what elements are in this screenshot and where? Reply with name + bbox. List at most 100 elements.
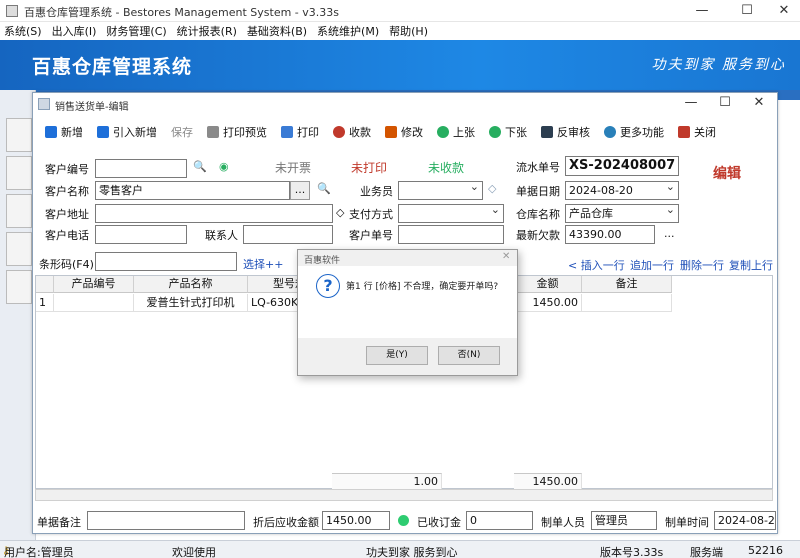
print-button[interactable]: 打印 bbox=[281, 124, 319, 140]
left-nav-button[interactable] bbox=[6, 232, 32, 266]
warehouse-select[interactable]: 产品仓库 bbox=[565, 204, 679, 223]
new-button[interactable]: 新增 bbox=[45, 124, 83, 140]
remark-input[interactable] bbox=[87, 511, 245, 530]
contact-input[interactable] bbox=[243, 225, 333, 244]
search-icon[interactable]: 🔍 bbox=[193, 160, 207, 173]
customer-addr-input[interactable] bbox=[95, 204, 333, 223]
select-link[interactable]: 选择++ bbox=[243, 256, 283, 272]
previous-button[interactable]: 上张 bbox=[437, 124, 475, 140]
date-label: 单据日期 bbox=[516, 185, 560, 198]
grid-header-code[interactable]: 产品编号 bbox=[54, 276, 134, 293]
copy-row-button[interactable]: 复制上行 bbox=[729, 257, 773, 273]
child-minimize-button[interactable]: — bbox=[677, 94, 705, 112]
no-button[interactable]: 否(N) bbox=[438, 346, 500, 365]
edit-icon bbox=[385, 126, 397, 138]
minimize-button[interactable]: — bbox=[688, 2, 716, 20]
eraser-icon[interactable]: ◇ bbox=[488, 182, 496, 195]
status-user: 用户名:管理员 bbox=[4, 546, 74, 558]
document-icon bbox=[541, 126, 553, 138]
contact-label: 联系人 bbox=[205, 229, 238, 242]
grid-header-name[interactable]: 产品名称 bbox=[134, 276, 248, 293]
grid-cell-code[interactable] bbox=[54, 294, 134, 312]
diamond-icon: ◇ bbox=[336, 206, 345, 219]
print-preview-button[interactable]: 打印预览 bbox=[207, 124, 267, 140]
toolbar: 新增 引入新增 保存 打印预览 打印 收款 修改 上张 下张 反审核 更多功能 … bbox=[33, 119, 777, 145]
grid-header-index bbox=[36, 276, 54, 293]
grid-cell-name[interactable]: 爱普生针式打印机 bbox=[134, 294, 248, 312]
customer-name-label: 客户名称 bbox=[45, 185, 89, 198]
menu-system[interactable]: 系统(S) bbox=[4, 23, 42, 39]
status-dot-icon bbox=[398, 515, 409, 526]
child-maximize-button[interactable]: ☐ bbox=[711, 94, 739, 112]
save-button[interactable]: 保存 bbox=[171, 124, 193, 140]
more-functions-button[interactable]: 更多功能 bbox=[604, 124, 664, 140]
barcode-input[interactable] bbox=[95, 252, 237, 271]
payment-select[interactable] bbox=[398, 204, 504, 223]
menu-inout[interactable]: 出入库(I) bbox=[52, 23, 97, 39]
statusbar: ⚷ 用户名:管理员 欢迎使用 功夫到家 服务到心 版本号3.33s 服务端 52… bbox=[0, 540, 800, 558]
arrow-right-icon bbox=[489, 126, 501, 138]
menu-basic-data[interactable]: 基础资料(B) bbox=[247, 23, 307, 39]
salesman-select[interactable] bbox=[398, 181, 483, 200]
discount-input[interactable]: 1450.00 bbox=[322, 511, 390, 530]
customer-addr-label: 客户地址 bbox=[45, 208, 89, 221]
import-new-button[interactable]: 引入新增 bbox=[97, 124, 157, 140]
menu-maintenance[interactable]: 系统维护(M) bbox=[317, 23, 379, 39]
globe-icon[interactable]: ◉ bbox=[219, 160, 229, 173]
menubar: 系统(S) 出入库(I) 财务管理(C) 统计报表(R) 基础资料(B) 系统维… bbox=[0, 22, 800, 40]
received-input[interactable]: 0 bbox=[466, 511, 533, 530]
barcode-label: 条形码(F4) bbox=[39, 258, 94, 271]
customer-order-label: 客户单号 bbox=[349, 229, 393, 242]
horizontal-scrollbar[interactable] bbox=[35, 489, 773, 501]
delete-row-button[interactable]: 删除一行 bbox=[680, 257, 724, 273]
serial-input[interactable]: XS-202408007 bbox=[565, 156, 679, 176]
left-nav-button[interactable] bbox=[6, 156, 32, 190]
next-button[interactable]: 下张 bbox=[489, 124, 527, 140]
customer-no-label: 客户编号 bbox=[45, 163, 89, 176]
arrow-left-icon bbox=[437, 126, 449, 138]
print-status: 未打印 bbox=[351, 161, 388, 175]
left-nav-button[interactable] bbox=[6, 270, 32, 304]
yes-button[interactable]: 是(Y) bbox=[366, 346, 428, 365]
customer-phone-input[interactable] bbox=[95, 225, 187, 244]
status-service-label: 服务端 bbox=[690, 546, 723, 558]
grid-cell-amount[interactable]: 1450.00 bbox=[514, 294, 582, 312]
confirm-dialog: 百惠软件 ✕ ? 第1 行 [价格] 不合理，确定要开单吗? 是(Y) 否(N) bbox=[297, 249, 518, 376]
customer-order-input[interactable] bbox=[398, 225, 504, 244]
menu-help[interactable]: 帮助(H) bbox=[389, 23, 428, 39]
dialog-title: 百惠软件 bbox=[304, 256, 341, 266]
modify-button[interactable]: 修改 bbox=[385, 124, 423, 140]
time-label: 制单时间 bbox=[665, 516, 709, 529]
grid-header-amount[interactable]: 金额 bbox=[514, 276, 582, 293]
search-icon[interactable]: 🔍 bbox=[317, 182, 331, 195]
insert-row-button[interactable]: < 插入一行 bbox=[568, 257, 625, 273]
append-row-button[interactable]: 追加一行 bbox=[630, 257, 674, 273]
child-window-title: 销售送货单-编辑 bbox=[55, 102, 129, 113]
menu-finance[interactable]: 财务管理(C) bbox=[106, 23, 166, 39]
customer-name-input[interactable]: 零售客户 bbox=[95, 181, 290, 200]
debt-more-button[interactable]: ... bbox=[664, 227, 675, 240]
customer-no-input[interactable] bbox=[95, 159, 187, 178]
invoice-status: 未开票 bbox=[275, 161, 312, 175]
discount-label: 折后应收金额 bbox=[253, 516, 319, 529]
collect-button[interactable]: 收款 bbox=[333, 124, 371, 140]
grid-footer-qty: 1.00 bbox=[332, 473, 442, 489]
unaudit-button[interactable]: 反审核 bbox=[541, 124, 590, 140]
left-nav-button[interactable] bbox=[6, 194, 32, 228]
printer-icon bbox=[281, 126, 293, 138]
date-picker[interactable]: 2024-08-20 bbox=[565, 181, 679, 200]
grid-cell-note[interactable] bbox=[582, 294, 672, 312]
status-welcome: 欢迎使用 bbox=[172, 546, 216, 558]
menu-reports[interactable]: 统计报表(R) bbox=[177, 23, 237, 39]
customer-browse-button[interactable]: ... bbox=[290, 181, 310, 200]
dialog-close-icon[interactable]: ✕ bbox=[502, 251, 510, 262]
left-nav-button[interactable] bbox=[6, 118, 32, 152]
app-icon bbox=[6, 5, 18, 17]
maximize-button[interactable]: ☐ bbox=[733, 2, 761, 20]
grid-header-note[interactable]: 备注 bbox=[582, 276, 672, 293]
close-window-button[interactable]: 关闭 bbox=[678, 124, 716, 140]
child-close-button[interactable]: ✕ bbox=[745, 94, 773, 112]
warehouse-label: 仓库名称 bbox=[516, 208, 560, 221]
grid-footer-amount: 1450.00 bbox=[514, 473, 582, 489]
close-button[interactable]: ✕ bbox=[770, 2, 798, 20]
